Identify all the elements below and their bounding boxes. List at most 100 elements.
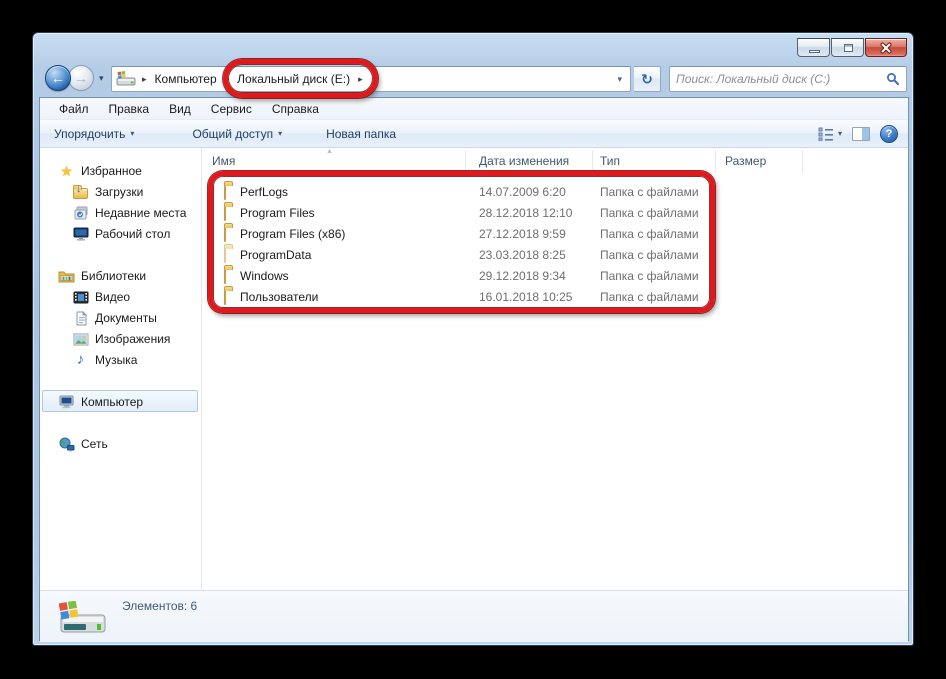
sidebar-item-recent-places[interactable]: Недавние места <box>72 203 186 223</box>
address-bar[interactable]: ▸ Компьютер ▸ Локальный диск (E:) ▸ ▾ <box>111 66 631 92</box>
address-dropdown-icon[interactable]: ▾ <box>613 74 626 85</box>
share-label: Общий доступ <box>192 127 273 141</box>
column-header-size[interactable]: Размер <box>725 154 766 168</box>
maximize-icon <box>844 44 853 52</box>
sidebar-item-libraries[interactable]: Библиотеки <box>58 266 146 286</box>
network-icon <box>58 436 75 452</box>
back-button[interactable]: ← <box>45 65 71 91</box>
refresh-button[interactable]: ↻ <box>634 66 661 92</box>
organize-label: Упорядочить <box>54 127 125 141</box>
recent-pages-dropdown-icon[interactable]: ▾ <box>99 73 104 84</box>
breadcrumb-arrow-icon[interactable]: ▸ <box>352 74 369 85</box>
file-row[interactable]: ProgramData 23.03.2018 8:25 Папка с файл… <box>202 245 908 266</box>
folder-icon <box>224 289 226 305</box>
music-note-icon: ♪ <box>72 352 89 368</box>
breadcrumb-arrow-icon: ▸ <box>136 74 153 85</box>
new-folder-label: Новая папка <box>326 127 396 141</box>
sidebar-item-pictures[interactable]: Изображения <box>72 329 170 349</box>
sidebar-item-desktop[interactable]: Рабочий стол <box>72 224 170 244</box>
search-icon[interactable] <box>886 72 900 86</box>
column-header-date[interactable]: Дата изменения <box>479 154 569 168</box>
column-headers: ▲ Имя Дата изменения Тип Размер <box>202 150 908 173</box>
new-folder-button[interactable]: Новая папка <box>318 124 404 144</box>
navigation-bar: ← → ▾ ▸ Компьютер ▸ <box>33 61 913 97</box>
menu-item-edit[interactable]: Правка <box>99 102 160 116</box>
column-header-name[interactable]: Имя <box>212 154 235 168</box>
share-button[interactable]: Общий доступ ▾ <box>184 124 290 144</box>
sidebar-item-downloads[interactable]: ↓ Загрузки <box>72 182 143 202</box>
file-date: 16.01.2018 10:25 <box>479 290 572 304</box>
sidebar-label: Загрузки <box>95 185 143 199</box>
explorer-window: ← → ▾ ▸ Компьютер ▸ <box>32 32 914 646</box>
help-button[interactable]: ? <box>880 125 898 143</box>
breadcrumb-local-disk-e[interactable]: Локальный диск (E:) <box>235 71 352 87</box>
sidebar-item-music[interactable]: ♪ Музыка <box>72 350 137 370</box>
file-date: 27.12.2018 9:59 <box>479 227 566 241</box>
command-toolbar: Упорядочить ▾ Общий доступ ▾ Новая папка <box>40 120 908 148</box>
file-date: 29.12.2018 9:34 <box>479 269 566 283</box>
chevron-down-icon: ▾ <box>278 129 282 138</box>
menu-item-file[interactable]: Файл <box>49 102 99 116</box>
minimize-button[interactable] <box>797 38 830 57</box>
recent-places-icon <box>72 205 89 221</box>
file-row[interactable]: PerfLogs 14.07.2009 6:20 Папка с файлами <box>202 182 908 203</box>
sidebar-label: Избранное <box>81 164 142 178</box>
hard-drive-icon <box>56 601 110 640</box>
menu-item-tools[interactable]: Сервис <box>201 102 262 116</box>
views-button[interactable]: ▾ <box>818 127 842 141</box>
maximize-button[interactable] <box>831 38 864 57</box>
client-area: Файл Правка Вид Сервис Справка Упорядочи… <box>39 97 909 641</box>
file-date: 28.12.2018 12:10 <box>479 206 572 220</box>
file-list: ▲ Имя Дата изменения Тип Размер PerfLogs… <box>202 148 908 590</box>
file-type: Папка с файлами <box>600 227 699 241</box>
column-header-type[interactable]: Тип <box>600 154 620 168</box>
file-name: Program Files <box>240 206 315 220</box>
content-area: ★ Избранное ↓ Загрузки Недавние места <box>40 148 908 590</box>
file-row[interactable]: Пользователи 16.01.2018 10:25 Папка с фа… <box>202 287 908 308</box>
file-date: 23.03.2018 8:25 <box>479 248 566 262</box>
forward-button[interactable]: → <box>68 65 94 91</box>
sidebar-label: Изображения <box>95 332 170 346</box>
file-name: Пользователи <box>240 290 318 304</box>
close-button[interactable] <box>865 38 907 57</box>
preview-pane-button[interactable] <box>852 127 870 141</box>
sidebar-label: Недавние места <box>95 206 186 220</box>
sidebar-label: Видео <box>95 290 130 304</box>
sidebar-item-computer[interactable]: Компьютер <box>58 392 143 412</box>
minimize-icon <box>809 50 820 53</box>
search-input[interactable] <box>676 72 886 86</box>
organize-button[interactable]: Упорядочить ▾ <box>46 124 142 144</box>
sidebar-label: Музыка <box>95 353 137 367</box>
file-name: PerfLogs <box>240 185 288 199</box>
file-row[interactable]: Program Files (x86) 27.12.2018 9:59 Папк… <box>202 224 908 245</box>
sidebar-item-documents[interactable]: Документы <box>72 308 157 328</box>
menu-bar: Файл Правка Вид Сервис Справка <box>40 98 908 120</box>
star-icon: ★ <box>58 163 75 179</box>
file-name: Windows <box>240 269 289 283</box>
menu-item-view[interactable]: Вид <box>159 102 201 116</box>
computer-icon <box>58 394 75 410</box>
file-type: Папка с файлами <box>600 269 699 283</box>
folder-icon <box>224 268 226 284</box>
sidebar-item-favorites[interactable]: ★ Избранное <box>58 161 142 181</box>
folder-icon <box>224 226 226 242</box>
breadcrumb-arrow-icon[interactable]: ▸ <box>219 74 236 85</box>
chevron-down-icon: ▾ <box>838 129 842 138</box>
search-box <box>669 66 907 92</box>
window-controls <box>796 38 907 57</box>
file-row[interactable]: Program Files 28.12.2018 12:10 Папка с ф… <box>202 203 908 224</box>
sidebar-label: Сеть <box>81 437 108 451</box>
screenshot-stage: ← → ▾ ▸ Компьютер ▸ <box>0 0 946 679</box>
breadcrumb-computer[interactable]: Компьютер <box>153 71 219 87</box>
sidebar-label: Библиотеки <box>81 269 146 283</box>
desktop-icon <box>72 226 89 242</box>
navigation-pane: ★ Избранное ↓ Загрузки Недавние места <box>40 148 202 590</box>
sort-ascending-icon: ▲ <box>326 148 333 155</box>
close-icon <box>879 41 893 55</box>
status-items-count: Элементов: 6 <box>122 599 197 613</box>
documents-icon <box>72 310 89 326</box>
file-row[interactable]: Windows 29.12.2018 9:34 Папка с файлами <box>202 266 908 287</box>
menu-item-help[interactable]: Справка <box>262 102 329 116</box>
sidebar-item-network[interactable]: Сеть <box>58 434 108 454</box>
sidebar-item-videos[interactable]: Видео <box>72 287 130 307</box>
